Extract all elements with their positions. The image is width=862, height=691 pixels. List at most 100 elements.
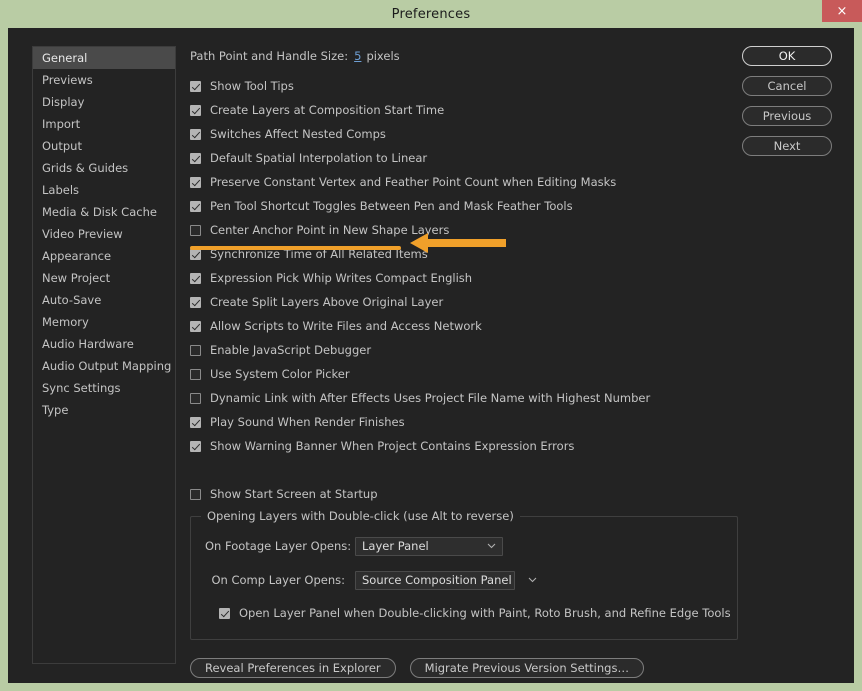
checkbox-box[interactable] bbox=[190, 416, 201, 428]
sidebar-item-media-disk-cache[interactable]: Media & Disk Cache bbox=[33, 201, 175, 223]
checkbox-box[interactable] bbox=[190, 248, 201, 260]
sidebar-item-grids-guides[interactable]: Grids & Guides bbox=[33, 157, 175, 179]
comp-layer-dropdown[interactable]: Source Composition Panel bbox=[355, 570, 537, 590]
checkbox-label: Show Warning Banner When Project Contain… bbox=[210, 439, 575, 453]
group-legend: Opening Layers with Double-click (use Al… bbox=[201, 509, 520, 523]
checkbox-default-spatial-interpolation-to-linear[interactable]: Default Spatial Interpolation to Linear bbox=[190, 146, 750, 170]
checkbox-box[interactable] bbox=[190, 200, 201, 212]
action-button-group: OK Cancel Previous Next bbox=[742, 46, 832, 156]
checkbox-switches-affect-nested-comps[interactable]: Switches Affect Nested Comps bbox=[190, 122, 750, 146]
footage-layer-dropdown[interactable]: Layer Panel bbox=[355, 536, 503, 556]
checkbox-play-sound-when-render-finishes[interactable]: Play Sound When Render Finishes bbox=[190, 410, 750, 434]
checkbox-box[interactable] bbox=[190, 488, 201, 500]
preferences-window: Preferences × General Previews Display Impo… bbox=[0, 0, 862, 691]
next-button[interactable]: Next bbox=[742, 136, 832, 156]
footage-layer-label: On Footage Layer Opens: bbox=[205, 539, 352, 553]
checkbox-use-system-color-picker[interactable]: Use System Color Picker bbox=[190, 362, 750, 386]
checkbox-box[interactable] bbox=[190, 128, 201, 140]
sidebar-item-output[interactable]: Output bbox=[33, 135, 175, 157]
checkbox-box[interactable] bbox=[190, 152, 201, 164]
checkbox-box[interactable] bbox=[190, 440, 201, 452]
checkbox-box[interactable] bbox=[190, 368, 201, 380]
cancel-button[interactable]: Cancel bbox=[742, 76, 832, 96]
sidebar-item-display[interactable]: Display bbox=[33, 91, 175, 113]
sidebar-item-audio-output-mapping[interactable]: Audio Output Mapping bbox=[33, 355, 175, 377]
checkbox-label: Dynamic Link with After Effects Uses Pro… bbox=[210, 391, 651, 405]
bottom-button-group: Reveal Preferences in Explorer Migrate Pr… bbox=[190, 658, 750, 678]
checkbox-show-tool-tips[interactable]: Show Tool Tips bbox=[190, 74, 750, 98]
button-reveal-preferences-in-explorer[interactable]: Reveal Preferences in Explorer bbox=[190, 658, 396, 678]
sidebar-item-appearance[interactable]: Appearance bbox=[33, 245, 175, 267]
path-point-row: Path Point and Handle Size: 5 pixels bbox=[190, 46, 750, 66]
checkbox-box[interactable] bbox=[190, 80, 201, 92]
checkbox-create-layers-at-composition-start-time[interactable]: Create Layers at Composition Start Time bbox=[190, 98, 750, 122]
checkbox-expression-pick-whip-writes-compact-engl[interactable]: Expression Pick Whip Writes Compact Engl… bbox=[190, 266, 750, 290]
checkbox-label: Enable JavaScript Debugger bbox=[210, 343, 372, 357]
sidebar-item-general[interactable]: General bbox=[33, 47, 175, 69]
path-point-value[interactable]: 5 bbox=[354, 49, 361, 63]
footage-layer-value: Layer Panel bbox=[362, 539, 429, 553]
comp-layer-value: Source Composition Panel bbox=[362, 573, 512, 587]
checkbox-label: Allow Scripts to Write Files and Access … bbox=[210, 319, 482, 333]
checkbox-box[interactable] bbox=[190, 272, 201, 284]
checkbox-label: Show Tool Tips bbox=[210, 79, 294, 93]
checkbox-box[interactable] bbox=[190, 320, 201, 332]
checkbox-show-start-screen[interactable]: Show Start Screen at Startup bbox=[190, 482, 750, 506]
checkbox-label: Show Start Screen at Startup bbox=[210, 487, 378, 501]
sidebar-item-audio-hardware[interactable]: Audio Hardware bbox=[33, 333, 175, 355]
checkbox-show-warning-banner-when-project-contain[interactable]: Show Warning Banner When Project Contain… bbox=[190, 434, 750, 458]
checkbox-box[interactable] bbox=[190, 104, 201, 116]
comp-layer-row: On Comp Layer Opens: Source Composition … bbox=[205, 567, 723, 593]
sidebar-item-sync-settings[interactable]: Sync Settings bbox=[33, 377, 175, 399]
sidebar-item-labels[interactable]: Labels bbox=[33, 179, 175, 201]
checkbox-label: Switches Affect Nested Comps bbox=[210, 127, 386, 141]
footage-layer-row: On Footage Layer Opens: Layer Panel bbox=[205, 533, 723, 559]
checkbox-create-split-layers-above-original-layer[interactable]: Create Split Layers Above Original Layer bbox=[190, 290, 750, 314]
sidebar-item-memory[interactable]: Memory bbox=[33, 311, 175, 333]
path-point-unit: pixels bbox=[366, 49, 400, 63]
sidebar-item-type[interactable]: Type bbox=[33, 399, 175, 421]
comp-layer-label: On Comp Layer Opens: bbox=[211, 573, 345, 587]
dialog-body: General Previews Display Import Output Grids … bbox=[8, 28, 854, 683]
chevron-down-icon bbox=[471, 543, 496, 549]
checkbox-label: Create Split Layers Above Original Layer bbox=[210, 295, 444, 309]
checkbox-enable-javascript-debugger[interactable]: Enable JavaScript Debugger bbox=[190, 338, 750, 362]
ok-button[interactable]: OK bbox=[742, 46, 832, 66]
sidebar-item-previews[interactable]: Previews bbox=[33, 69, 175, 91]
sidebar-item-import[interactable]: Import bbox=[33, 113, 175, 135]
sidebar-item-new-project[interactable]: New Project bbox=[33, 267, 175, 289]
checkbox-open-layer-panel[interactable]: Open Layer Panel when Double-clicking wi… bbox=[219, 601, 731, 625]
close-icon[interactable]: × bbox=[822, 0, 862, 22]
checkbox-list: Show Tool Tips Create Layers at Compositi… bbox=[190, 74, 750, 458]
checkbox-allow-scripts-to-write-files-and-access-[interactable]: Allow Scripts to Write Files and Access … bbox=[190, 314, 750, 338]
checkbox-box[interactable] bbox=[219, 607, 230, 619]
sidebar: General Previews Display Import Output Grids … bbox=[32, 46, 176, 664]
checkbox-box[interactable] bbox=[190, 296, 201, 308]
checkbox-label: Default Spatial Interpolation to Linear bbox=[210, 151, 428, 165]
checkbox-label: Pen Tool Shortcut Toggles Between Pen an… bbox=[210, 199, 573, 213]
previous-button[interactable]: Previous bbox=[742, 106, 832, 126]
checkbox-label: Create Layers at Composition Start Time bbox=[210, 103, 445, 117]
checkbox-pen-tool-shortcut-toggles-between-pen-an[interactable]: Pen Tool Shortcut Toggles Between Pen an… bbox=[190, 194, 750, 218]
window-title: Preferences bbox=[391, 6, 471, 22]
sidebar-item-video-preview[interactable]: Video Preview bbox=[33, 223, 175, 245]
checkbox-label: Expression Pick Whip Writes Compact Engl… bbox=[210, 271, 473, 285]
sidebar-item-auto-save[interactable]: Auto-Save bbox=[33, 289, 175, 311]
main-panel: Path Point and Handle Size: 5 pixels Sho… bbox=[190, 46, 750, 678]
highlight-arrow-icon bbox=[408, 230, 508, 256]
checkbox-preserve-constant-vertex-and-feather-poi[interactable]: Preserve Constant Vertex and Feather Poi… bbox=[190, 170, 750, 194]
highlight-underline bbox=[190, 246, 401, 250]
checkbox-box[interactable] bbox=[190, 176, 201, 188]
checkbox-box[interactable] bbox=[190, 224, 201, 236]
checkbox-box[interactable] bbox=[190, 344, 201, 356]
checkbox-label: Use System Color Picker bbox=[210, 367, 350, 381]
checkbox-box[interactable] bbox=[190, 392, 201, 404]
path-point-label: Path Point and Handle Size: bbox=[190, 49, 349, 63]
checkbox-label: Open Layer Panel when Double-clicking wi… bbox=[239, 606, 731, 620]
checkbox-dynamic-link-with-after-effects-uses-pro[interactable]: Dynamic Link with After Effects Uses Pro… bbox=[190, 386, 750, 410]
button-migrate-previous-version-settings[interactable]: Migrate Previous Version Settings… bbox=[409, 658, 644, 678]
chevron-down-icon bbox=[512, 577, 537, 583]
checkbox-label: Preserve Constant Vertex and Feather Poi… bbox=[210, 175, 617, 189]
opening-layers-group: Opening Layers with Double-click (use Al… bbox=[190, 509, 738, 640]
checkbox-label: Play Sound When Render Finishes bbox=[210, 415, 405, 429]
